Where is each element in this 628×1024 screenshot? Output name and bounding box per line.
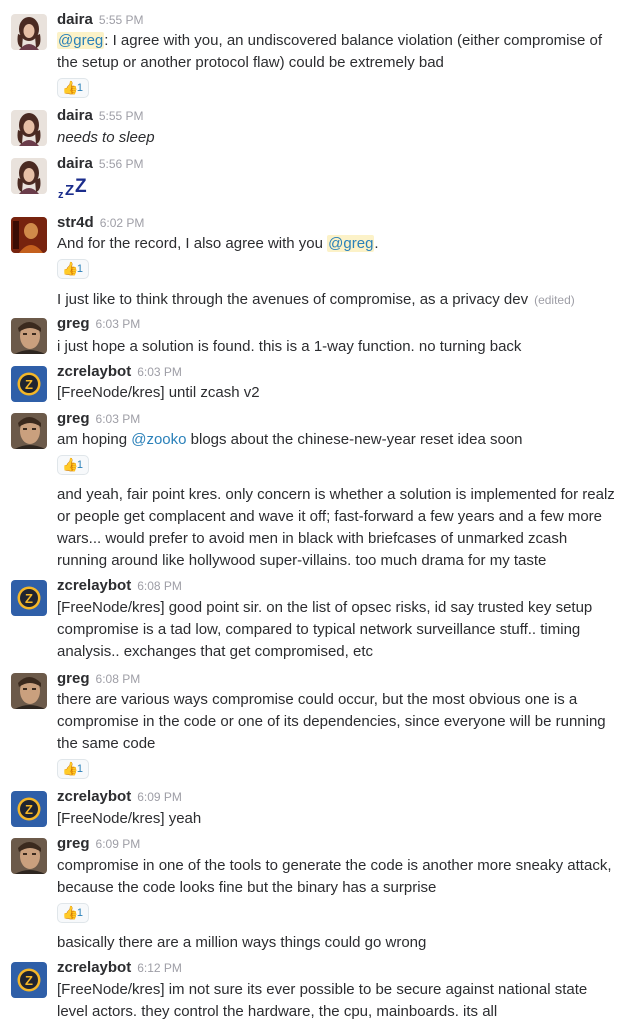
reaction-count: 1 (76, 763, 83, 775)
author-name[interactable]: daira (57, 155, 93, 172)
svg-text:Z: Z (75, 176, 87, 197)
reaction-count: 1 (76, 263, 83, 275)
message-text: am hoping @zooko blogs about the chinese… (57, 431, 523, 448)
timestamp[interactable]: 6:12 PM (137, 961, 182, 975)
timestamp[interactable]: 6:03 PM (96, 412, 141, 426)
avatar[interactable] (11, 791, 47, 827)
avatar[interactable] (11, 366, 47, 402)
message-text: or people get complacent and wave it off… (57, 508, 603, 525)
timestamp[interactable]: 5:55 PM (99, 13, 144, 27)
thumbs-up-icon: 👍 (62, 761, 79, 776)
avatar[interactable] (11, 110, 47, 146)
user-mention[interactable]: @greg (327, 235, 375, 252)
timestamp[interactable]: 6:02 PM (100, 216, 145, 230)
message-text: And for the record, I also agree with yo… (57, 235, 379, 252)
message-text: basically there are a million ways thing… (57, 934, 427, 951)
timestamp[interactable]: 5:56 PM (99, 157, 144, 171)
thumbs-up-icon: 👍 (62, 261, 79, 276)
reaction-count: 1 (76, 907, 83, 919)
message-text: the setup or another protocol flaw) coul… (57, 54, 444, 71)
author-name[interactable]: zcrelaybot (57, 577, 131, 594)
timestamp[interactable]: 6:03 PM (96, 317, 141, 331)
thumbs-up-icon: 👍 (62, 905, 79, 920)
svg-text:Z: Z (65, 182, 74, 199)
timestamp[interactable]: 6:09 PM (96, 837, 141, 851)
author-name[interactable]: greg (57, 315, 90, 332)
message-text: compromise is a tad low, compared to typ… (57, 621, 581, 638)
message-text: compromise in the code or one of its dep… (57, 713, 606, 730)
avatar[interactable] (11, 673, 47, 709)
thumbs-up-icon: 👍 (62, 457, 79, 472)
reaction-thumbs-up[interactable]: 👍 1 (57, 78, 89, 98)
author-name[interactable]: daira (57, 11, 93, 28)
user-mention[interactable]: @zooko (131, 431, 186, 448)
message-text: the same code (57, 735, 156, 752)
message-text: needs to sleep (57, 129, 155, 146)
thumbs-up-icon: 👍 (62, 80, 79, 95)
reaction-thumbs-up[interactable]: 👍 1 (57, 455, 89, 475)
message-text: and yeah, fair point kres. only concern … (57, 486, 615, 503)
message-text: [FreeNode/kres] im not sure its ever pos… (57, 981, 588, 998)
author-name[interactable]: greg (57, 670, 90, 687)
author-name[interactable]: greg (57, 835, 90, 852)
avatar[interactable] (11, 838, 47, 874)
message-text: [FreeNode/kres] good point sir. on the l… (57, 599, 593, 616)
message-list: daira 5:55 PM @greg: I agree with you, an… (0, 0, 628, 1024)
author-name[interactable]: daira (57, 107, 93, 124)
avatar[interactable] (11, 318, 47, 354)
author-name[interactable]: zcrelaybot (57, 959, 131, 976)
timestamp[interactable]: 6:08 PM (96, 672, 141, 686)
message-text: [FreeNode/kres] yeah (57, 810, 202, 827)
zzz-emoji: z Z Z (58, 176, 87, 200)
avatar[interactable] (11, 413, 47, 449)
author-name[interactable]: greg (57, 410, 90, 427)
edited-label: (edited) (534, 293, 575, 307)
reaction-thumbs-up[interactable]: 👍 1 (57, 259, 89, 279)
message-text: there are various ways compromise could … (57, 691, 578, 708)
avatar[interactable] (11, 580, 47, 616)
timestamp[interactable]: 6:08 PM (137, 579, 182, 593)
timestamp[interactable]: 6:09 PM (137, 790, 182, 804)
message-text: level actors. they control the hardware,… (57, 1003, 498, 1020)
message-text: [FreeNode/kres] until zcash v2 (57, 384, 260, 401)
message-text: because the code looks fine but the bina… (57, 879, 437, 896)
message-text: wars... would prefer to avoid men in bla… (57, 530, 568, 547)
message-text: compromise in one of the tools to genera… (57, 857, 612, 874)
timestamp[interactable]: 6:03 PM (137, 365, 182, 379)
avatar[interactable] (11, 217, 47, 253)
user-mention[interactable]: @greg (57, 32, 105, 49)
avatar[interactable] (11, 962, 47, 998)
author-name[interactable]: str4d (57, 214, 94, 231)
avatar[interactable] (11, 158, 47, 194)
avatar[interactable] (11, 14, 47, 50)
message-text: analysis.. exchanges that get compromise… (57, 643, 373, 660)
message-text: I just like to think through the avenues… (57, 291, 575, 308)
message-text: @greg: I agree with you, an undiscovered… (57, 32, 603, 49)
reaction-thumbs-up[interactable]: 👍 1 (57, 903, 89, 923)
reaction-count: 1 (76, 82, 83, 94)
reaction-count: 1 (76, 459, 83, 471)
message-text: running around like hollywood super-vill… (57, 552, 547, 569)
svg-text:z: z (58, 189, 64, 200)
timestamp[interactable]: 5:55 PM (99, 109, 144, 123)
message-text: i just hope a solution is found. this is… (57, 338, 522, 355)
author-name[interactable]: zcrelaybot (57, 788, 131, 805)
reaction-thumbs-up[interactable]: 👍 1 (57, 759, 89, 779)
author-name[interactable]: zcrelaybot (57, 363, 131, 380)
